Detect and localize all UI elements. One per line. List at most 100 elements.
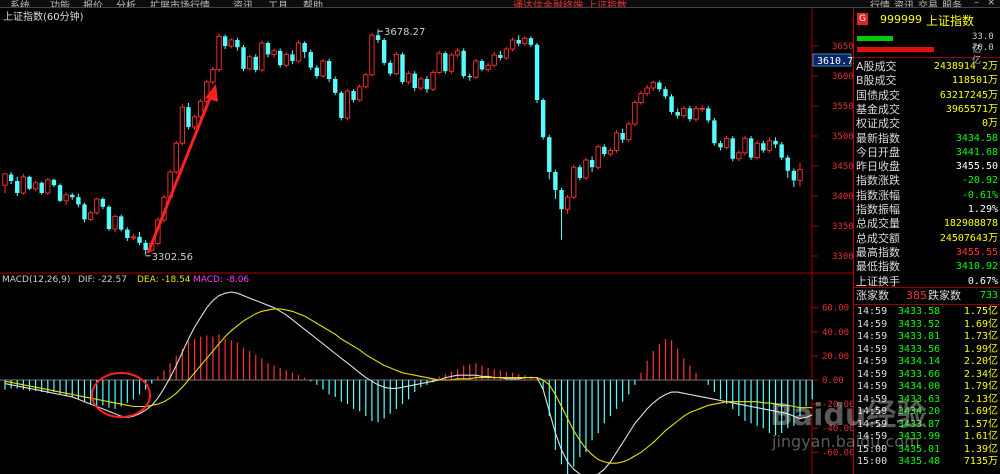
stat-label: 权证成交 — [856, 117, 900, 131]
candle-body — [761, 143, 766, 151]
y-tick-label: 3550 — [832, 102, 853, 112]
high-label: 3678.27 — [384, 27, 425, 38]
close-icon[interactable]: × — [987, 0, 995, 7]
stat-value: 0万 — [981, 118, 998, 130]
tick-row[interactable]: 14:59 3433.81 1.73亿 — [854, 331, 1000, 344]
stat-label: 最高指数 — [856, 245, 900, 259]
candle-body — [613, 132, 620, 151]
menu-item-quote[interactable]: 报价 — [83, 0, 103, 7]
candle-body — [320, 60, 326, 77]
stat-label: 今日开盘 — [856, 145, 900, 159]
candle-body — [137, 236, 142, 243]
outflow-bar — [857, 47, 934, 52]
tick-time: 14:59 — [857, 318, 888, 330]
candle-body — [534, 44, 540, 100]
tick-row[interactable]: 14:59 3433.99 1.61亿 — [854, 431, 1000, 444]
macd-value: MACD: -8.06 — [193, 275, 249, 285]
menu-item-ext-market[interactable]: 扩展市场行情 — [150, 0, 210, 7]
candle-body — [235, 40, 240, 48]
stat-row: 总成交量 182908878 — [854, 216, 1000, 231]
tick-row[interactable]: 14:59 3433.56 1.99亿 — [854, 344, 1000, 357]
candle-body — [706, 108, 711, 121]
tick-row[interactable]: 14:59 3433.52 1.69亿 — [854, 319, 1000, 332]
candle-body — [253, 56, 258, 70]
tick-price: 3433.56 — [898, 343, 941, 355]
stat-label: 基金成交 — [856, 102, 900, 116]
candle-body — [522, 37, 528, 45]
stat-row: 国债成交 63217245万 — [854, 88, 1000, 103]
tick-price: 3434.00 — [898, 381, 941, 392]
chart-title: 上证指数(60分钟) — [3, 10, 84, 23]
stat-row: 指数涨跌 -20.92 — [854, 173, 1000, 188]
candle-body — [405, 73, 412, 83]
candle-body — [87, 212, 94, 220]
tick-row[interactable]: 14:59 3433.87 1.57亿 — [854, 419, 1000, 432]
menu-item-analysis[interactable]: 分析 — [116, 0, 136, 7]
macd-tick-label: -20.00 — [822, 400, 853, 410]
candle-body — [602, 146, 607, 154]
quote-panel: G 999999 上证指数 33.0亿 70.0亿 A股成交 2438914 2万… — [853, 8, 1000, 474]
candle-body — [27, 176, 32, 189]
stat-row: 权证成交 0万 — [854, 116, 1000, 131]
candle-body — [559, 190, 564, 210]
candle-body — [308, 52, 313, 68]
tick-row[interactable]: 14:59 3433.66 2.34亿 — [854, 369, 1000, 382]
minimize-icon[interactable]: – — [974, 0, 979, 7]
candle-body — [663, 89, 668, 97]
menu-right-quote[interactable]: 行情 — [870, 0, 890, 7]
tick-row[interactable]: 14:59 3433.58 1.75亿 — [854, 306, 1000, 319]
candle-body — [620, 133, 625, 140]
tick-volume: 1.69亿 — [963, 318, 998, 330]
candle-body — [577, 167, 583, 178]
menu-item-tools[interactable]: 工具 — [268, 0, 288, 7]
candle-body — [344, 90, 351, 119]
candle-body — [118, 216, 124, 230]
tick-row[interactable]: 15:00 3435.01 1.39亿 — [854, 444, 1000, 457]
menu-right-service[interactable]: 服务 — [942, 0, 962, 7]
candle-body — [246, 56, 253, 70]
app-subtitle: 上证指数 — [587, 1, 627, 8]
tick-row[interactable]: 14:59 3433.63 2.13亿 — [854, 394, 1000, 407]
menu-item-function[interactable]: 功能 — [50, 0, 70, 7]
candle-body — [228, 39, 234, 47]
candle-body — [718, 143, 723, 148]
candle-body — [723, 137, 730, 148]
stat-value: 3455.50 — [955, 161, 998, 173]
kline-chart[interactable]: 3650 3600 3550 3500 3450 3400 3350 3300 60.00 40… — [0, 8, 853, 474]
tick-price: 3435.48 — [898, 456, 941, 467]
candle-body — [693, 107, 699, 120]
menu-item-news[interactable]: 资讯 — [233, 0, 253, 7]
candle-body — [369, 34, 375, 76]
menu-right-news[interactable]: 资讯 — [894, 0, 914, 7]
tick-row[interactable]: 14:59 3434.00 1.79亿 — [854, 381, 1000, 394]
candle-body — [393, 53, 400, 75]
stat-row: 最低指数 3410.92 — [854, 259, 1000, 274]
tick-time: 15:00 — [857, 443, 888, 455]
candle-body — [51, 179, 57, 186]
updown-row: 涨家数 385 跌家数 733 — [854, 288, 1000, 303]
stat-label: 总成交额 — [856, 231, 900, 245]
tick-time: 14:59 — [857, 431, 888, 442]
index-name: 上证指数 — [926, 14, 975, 28]
tick-time: 14:59 — [857, 343, 888, 355]
tick-row[interactable]: 14:59 3434.20 1.69亿 — [854, 406, 1000, 419]
menu-right-trade[interactable]: 交易 — [918, 0, 938, 7]
stat-label: 总成交量 — [856, 217, 900, 231]
stat-label: B股成交 — [856, 74, 897, 88]
menu-item-help[interactable]: 帮助 — [303, 0, 323, 7]
stat-label: 国债成交 — [856, 88, 900, 102]
tick-row[interactable]: 15:00 3435.48 7135万 — [854, 456, 1000, 469]
stat-value: 24507643万 — [939, 232, 998, 244]
candle-body — [32, 182, 39, 190]
candle-body — [216, 35, 222, 70]
tick-row[interactable]: 14:59 3434.14 2.20亿 — [854, 356, 1000, 369]
rise-label: 涨家数 — [856, 289, 889, 302]
candle-body — [564, 196, 571, 210]
candle-body — [712, 120, 717, 144]
menu-bar: 系统 功能 报价 分析 扩展市场行情 资讯 工具 帮助 通达信金融终端 上证指数… — [0, 0, 1000, 8]
candle-body — [528, 38, 534, 45]
y-tick-label: 3450 — [832, 162, 853, 172]
tick-volume: 1.69亿 — [963, 406, 998, 417]
menu-item-system[interactable]: 系统 — [10, 0, 30, 7]
candle-body — [143, 242, 148, 250]
